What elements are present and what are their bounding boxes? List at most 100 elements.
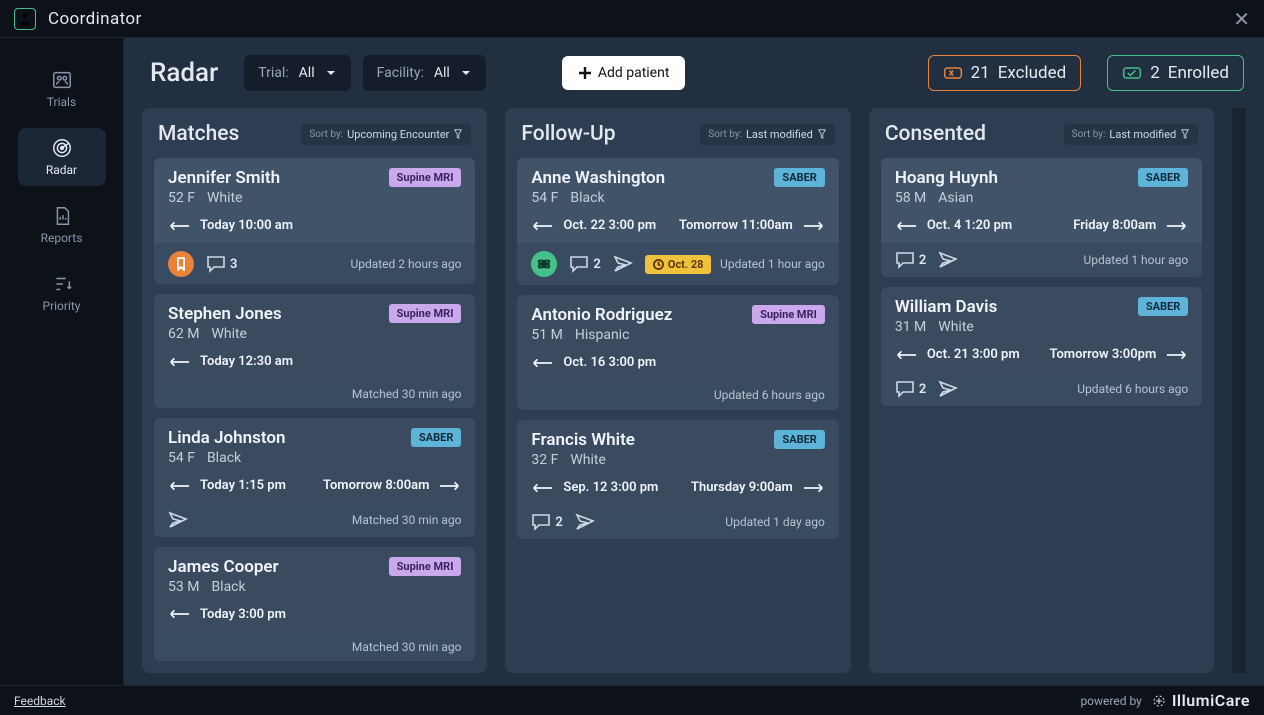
add-patient-label: Add patient xyxy=(598,65,670,81)
patient-race: Hispanic xyxy=(575,327,630,343)
filter-icon xyxy=(453,128,463,140)
comment-icon[interactable] xyxy=(569,255,589,273)
due-date-chip[interactable]: Oct. 28 xyxy=(645,255,712,274)
card-status: Matched 30 min ago xyxy=(352,387,462,401)
prev-encounter: Oct. 22 3:00 pm xyxy=(563,218,656,233)
send-icon[interactable] xyxy=(613,255,633,273)
plus-icon xyxy=(578,66,592,80)
excluded-icon xyxy=(943,65,963,81)
card-status: Updated 1 day ago xyxy=(725,515,825,529)
arrow-left-icon xyxy=(531,221,553,231)
patient-race: Asian xyxy=(938,190,973,206)
arrow-left-icon xyxy=(531,358,553,368)
patient-name: Jennifer Smith xyxy=(168,168,280,188)
sort-value: Upcoming Encounter xyxy=(347,128,449,141)
patient-card[interactable]: Anne Washington 54 FBlack SABER Oct. 22 … xyxy=(517,158,838,285)
trial-badge: Supine MRI xyxy=(752,305,825,324)
facility-dropdown-value: All xyxy=(434,65,450,81)
card-status: Updated 1 hour ago xyxy=(1083,253,1188,267)
enrolled-stat[interactable]: 2 Enrolled xyxy=(1107,55,1244,91)
sort-value: Last modified xyxy=(1109,128,1176,141)
close-button[interactable]: ✕ xyxy=(1233,7,1250,31)
brand-logo: IllumiCare xyxy=(1150,691,1250,710)
patient-age-sex: 53 M xyxy=(168,579,199,595)
facility-dropdown[interactable]: Facility: All xyxy=(363,55,486,91)
patient-name: Linda Johnston xyxy=(168,428,285,448)
add-patient-button[interactable]: Add patient xyxy=(562,56,686,90)
excluded-count: 21 xyxy=(971,63,990,83)
send-icon[interactable] xyxy=(575,513,595,531)
sort-label: Sort by: xyxy=(1072,129,1106,140)
next-encounter: Tomorrow 11:00am xyxy=(679,218,793,233)
arrow-right-icon xyxy=(1166,221,1188,231)
comment-count: 2 xyxy=(919,382,926,397)
trial-badge: SABER xyxy=(1138,297,1188,316)
send-icon[interactable] xyxy=(168,511,188,529)
trial-dropdown[interactable]: Trial: All xyxy=(244,55,350,91)
clock-icon xyxy=(653,259,664,270)
send-icon[interactable] xyxy=(938,380,958,398)
arrow-left-icon xyxy=(895,221,917,231)
patient-card[interactable]: Stephen Jones 62 MWhite Supine MRI Today… xyxy=(154,294,475,408)
patient-age-sex: 51 M xyxy=(531,327,562,343)
patient-card[interactable]: William Davis 31 MWhite SABER Oct. 21 3:… xyxy=(881,287,1202,406)
nav-trials-label: Trials xyxy=(47,95,76,109)
comment-icon[interactable] xyxy=(531,513,551,531)
scrollbar-track[interactable] xyxy=(1232,108,1246,673)
feedback-link[interactable]: Feedback xyxy=(14,694,66,708)
patient-card[interactable]: Hoang Huynh 58 MAsian SABER Oct. 4 1:20 … xyxy=(881,158,1202,277)
patient-race: White xyxy=(207,190,243,206)
trial-badge: Supine MRI xyxy=(389,557,462,576)
nav-trials[interactable]: Trials xyxy=(18,60,106,118)
prev-encounter: Oct. 4 1:20 pm xyxy=(927,218,1012,233)
patient-age-sex: 54 F xyxy=(531,190,558,206)
app-title: Coordinator xyxy=(48,9,142,29)
bookmark-icon[interactable] xyxy=(168,251,194,277)
atom-icon[interactable] xyxy=(531,251,557,277)
patient-race: White xyxy=(938,319,974,335)
column-consented: Consented Sort by: Last modified xyxy=(869,108,1214,673)
comment-count: 2 xyxy=(593,257,600,272)
patient-race: Black xyxy=(211,579,245,595)
column-matches-title: Matches xyxy=(158,122,239,146)
due-date: Oct. 28 xyxy=(668,258,704,271)
send-icon[interactable] xyxy=(938,251,958,269)
arrow-right-icon xyxy=(1166,350,1188,360)
patient-race: White xyxy=(211,326,247,342)
card-status: Updated 6 hours ago xyxy=(1077,382,1188,396)
next-encounter: Friday 8:00am xyxy=(1073,218,1156,233)
card-status: Matched 30 min ago xyxy=(352,513,462,527)
kanban-board: Matches Sort by: Upcoming Encounter xyxy=(124,108,1264,685)
comment-count: 2 xyxy=(555,515,562,530)
nav-reports[interactable]: Reports xyxy=(18,196,106,254)
trial-badge: Supine MRI xyxy=(389,168,462,187)
sort-matches[interactable]: Sort by: Upcoming Encounter xyxy=(301,124,471,145)
sort-followup[interactable]: Sort by: Last modified xyxy=(700,124,835,145)
arrow-left-icon xyxy=(168,221,190,231)
patient-card[interactable]: Francis White 32 FWhite SABER Sep. 12 3:… xyxy=(517,420,838,539)
comment-count: 2 xyxy=(919,253,926,268)
trial-badge: SABER xyxy=(774,168,824,187)
comment-icon[interactable] xyxy=(895,251,915,269)
card-status: Updated 1 hour ago xyxy=(720,257,825,271)
patient-name: James Cooper xyxy=(168,557,279,577)
powered-by-label: powered by xyxy=(1080,694,1141,708)
patient-name: Stephen Jones xyxy=(168,304,282,324)
excluded-stat[interactable]: 21 Excluded xyxy=(928,55,1082,91)
comment-icon[interactable] xyxy=(206,255,226,273)
prev-encounter: Today 1:15 pm xyxy=(200,478,286,493)
patient-card[interactable]: James Cooper 53 MBlack Supine MRI Today … xyxy=(154,547,475,661)
nav-radar[interactable]: Radar xyxy=(18,128,106,186)
patient-card[interactable]: Antonio Rodriguez 51 MHispanic Supine MR… xyxy=(517,295,838,410)
patient-age-sex: 32 F xyxy=(531,452,558,468)
arrow-right-icon xyxy=(803,483,825,493)
sort-consented[interactable]: Sort by: Last modified xyxy=(1064,124,1199,145)
card-status: Updated 2 hours ago xyxy=(350,257,461,271)
column-matches: Matches Sort by: Upcoming Encounter xyxy=(142,108,487,673)
patient-name: William Davis xyxy=(895,297,997,317)
patient-card[interactable]: Jennifer Smith 52 FWhite Supine MRI Toda… xyxy=(154,158,475,284)
trial-badge: SABER xyxy=(1138,168,1188,187)
nav-priority[interactable]: Priority xyxy=(18,264,106,322)
patient-card[interactable]: Linda Johnston 54 FBlack SABER Today 1:1… xyxy=(154,418,475,536)
comment-icon[interactable] xyxy=(895,380,915,398)
